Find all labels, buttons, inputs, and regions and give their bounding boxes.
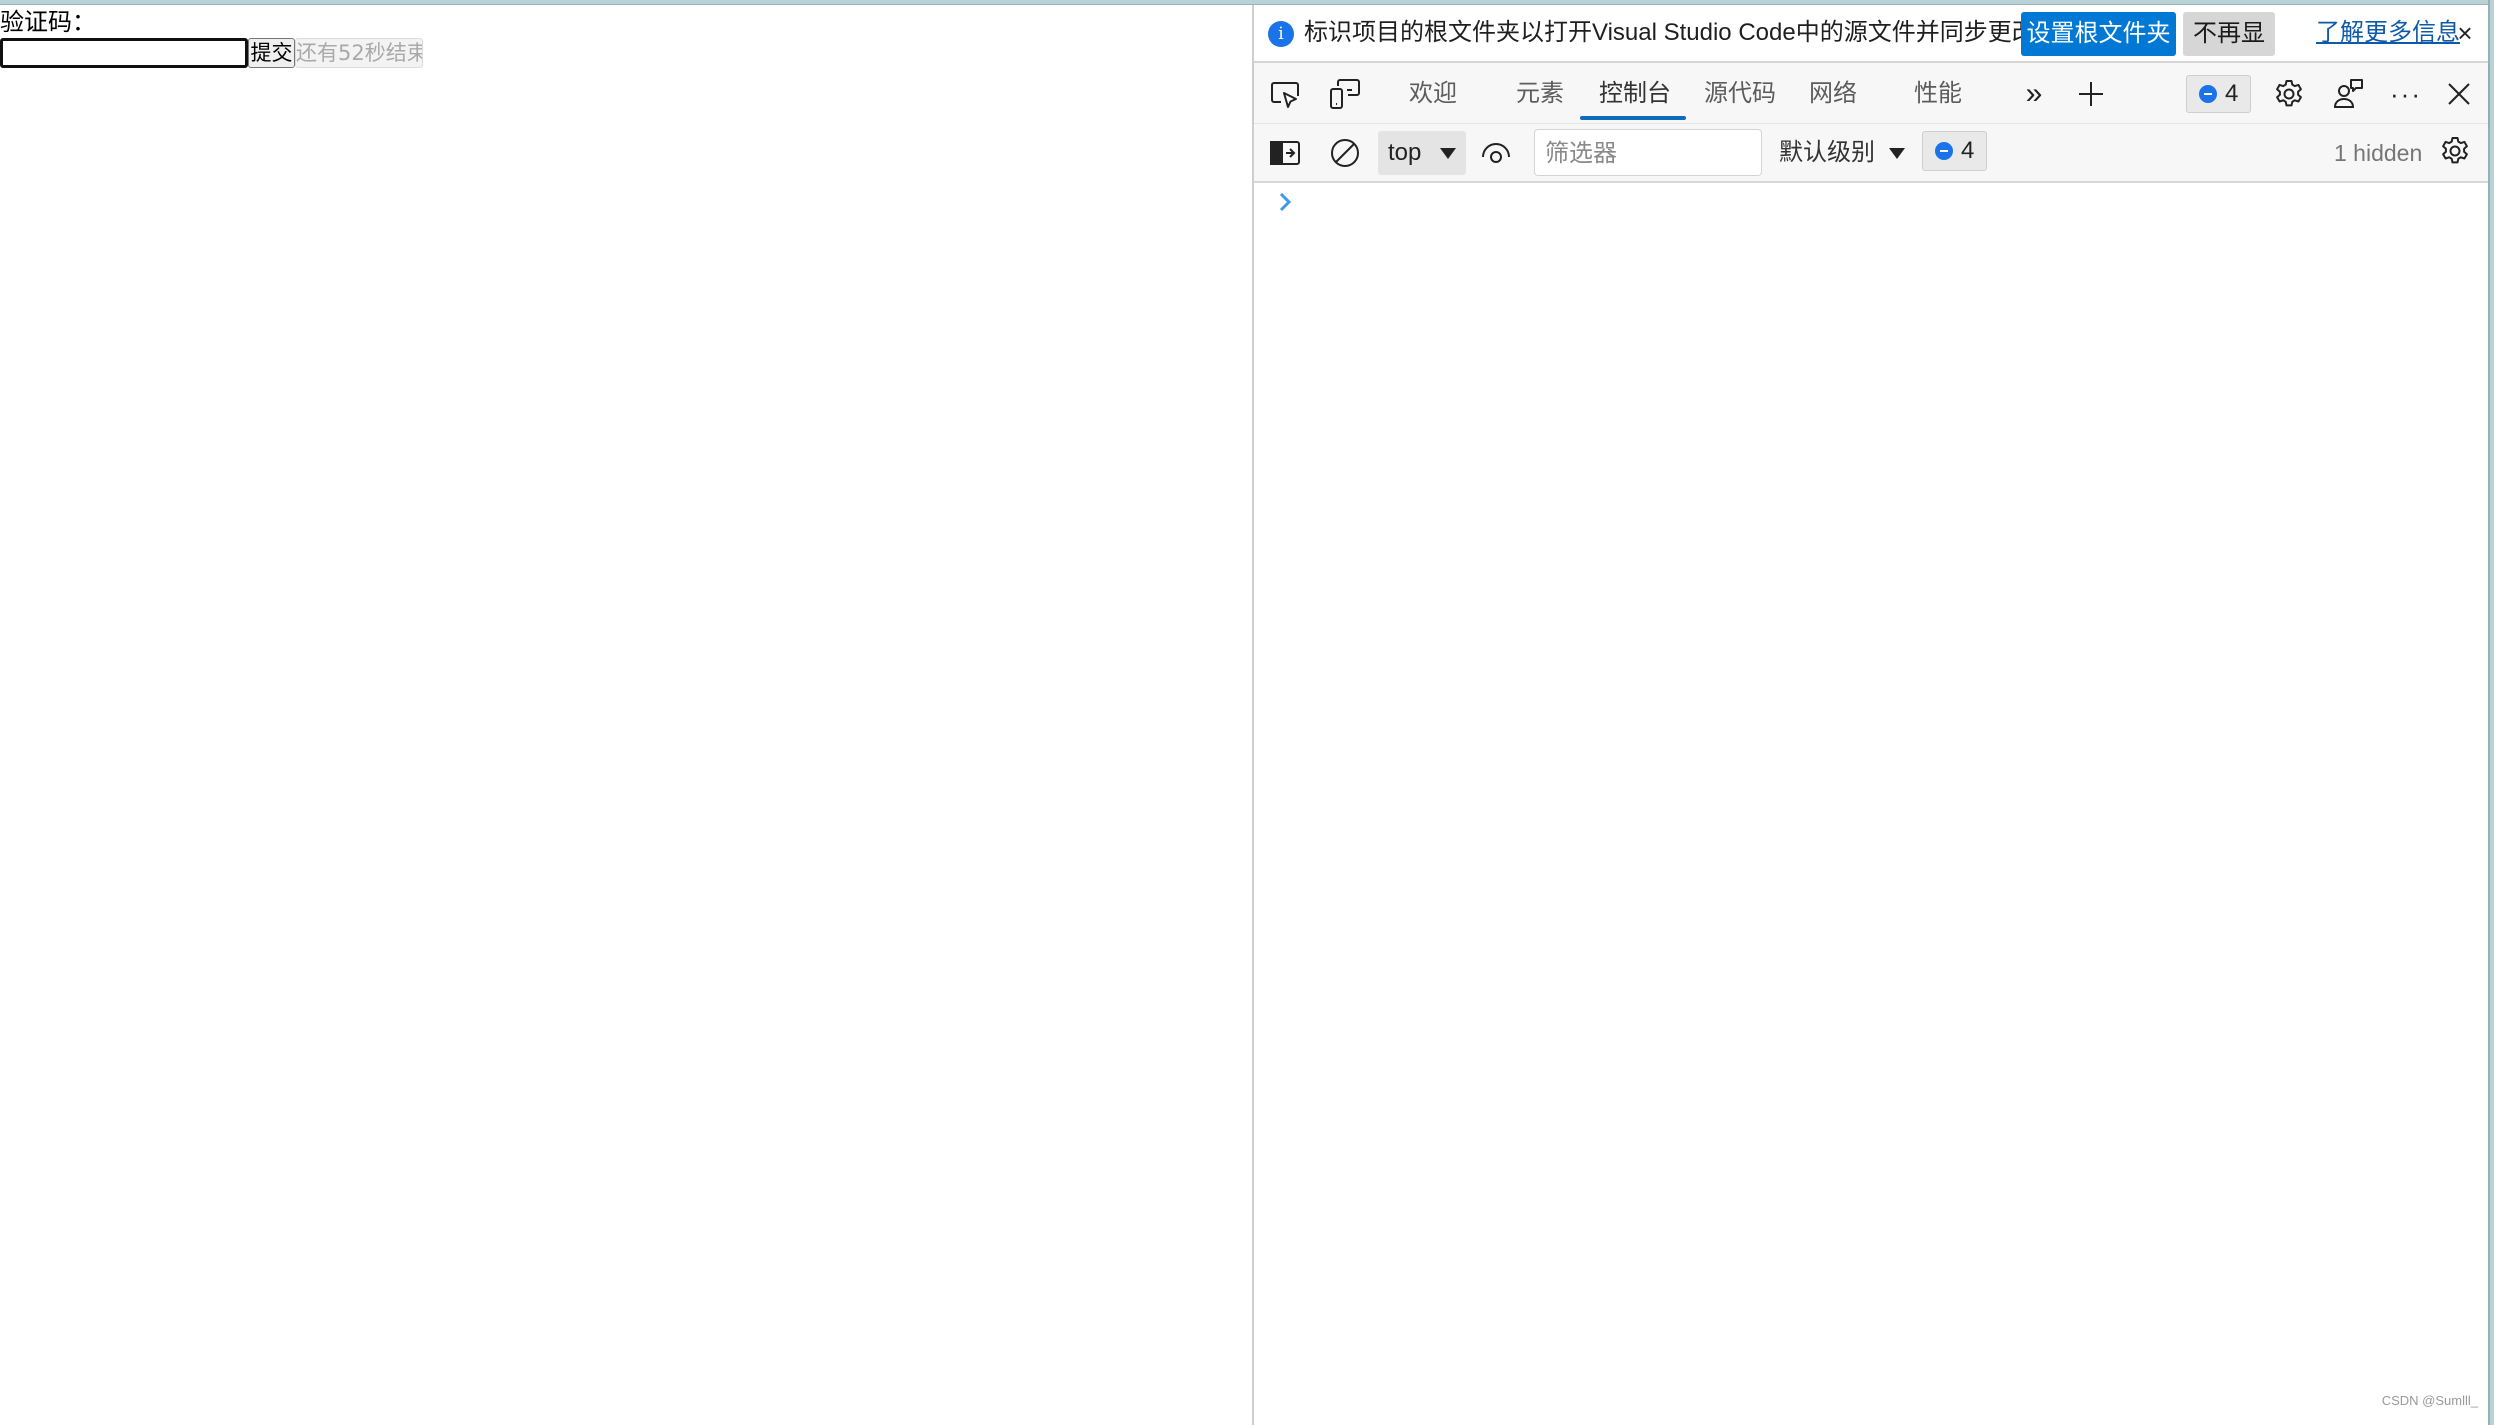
context-selector[interactable]: top (1378, 131, 1466, 175)
dropdown-arrow-icon (1889, 148, 1905, 160)
hidden-messages-count: 1 hidden (2334, 140, 2423, 166)
console-output[interactable] (1254, 183, 2488, 1425)
dropdown-arrow-icon (1440, 148, 1456, 159)
inspect-element-icon[interactable] (1268, 77, 1302, 111)
more-tabs-icon[interactable]: » (2017, 77, 2051, 111)
console-filter-input[interactable] (1534, 129, 1762, 176)
console-settings-gear-icon[interactable] (2438, 134, 2472, 168)
console-prompt-chevron-icon (1276, 191, 1294, 213)
watermark: CSDN @Sumlll_ (2381, 1393, 2478, 1408)
captcha-label: 验证码： (0, 9, 96, 36)
tab-network[interactable]: 网络 (1809, 77, 1857, 111)
console-toolbar: top 默认级别 4 1 hidden (1254, 124, 2488, 183)
set-root-folder-button[interactable]: 设置根文件夹 (2021, 12, 2176, 56)
tab-performance[interactable]: 性能 (1914, 77, 1962, 111)
more-options-icon[interactable]: ··· (2389, 77, 2423, 111)
devtools-panel: i 标识项目的根文件夹以打开Visual Studio Code中的源文件并同步… (1252, 5, 2488, 1425)
submit-button[interactable]: 提交 (248, 38, 295, 68)
tab-sources[interactable]: 源代码 (1704, 77, 1776, 111)
active-tab-indicator (1580, 116, 1686, 120)
log-level-value: 默认级别 (1779, 139, 1875, 166)
captcha-input[interactable] (0, 38, 248, 68)
web-page: 验证码： 提交 还有52秒结束 (0, 5, 1252, 1425)
countdown-button: 还有52秒结束 (295, 38, 423, 68)
message-icon (2199, 85, 2217, 103)
device-emulation-icon[interactable] (1328, 77, 1362, 111)
tab-welcome[interactable]: 欢迎 (1409, 77, 1457, 111)
tab-console[interactable]: 控制台 (1599, 77, 1671, 111)
show-sidebar-icon[interactable] (1268, 136, 1302, 170)
dont-show-again-button[interactable]: 不再显示 (2183, 12, 2275, 91)
console-issues-count: 4 (1961, 137, 1975, 164)
message-icon (1935, 142, 1953, 160)
infobar: i 标识项目的根文件夹以打开Visual Studio Code中的源文件并同步… (1254, 5, 2488, 91)
context-value: top (1388, 139, 1422, 166)
console-issues-badge[interactable]: 4 (1922, 131, 1988, 171)
info-icon: i (1268, 21, 1294, 47)
settings-gear-icon[interactable] (2272, 77, 2306, 111)
add-tab-icon[interactable] (2074, 77, 2108, 111)
issues-count: 4 (2225, 80, 2239, 107)
learn-more-link[interactable]: 了解更多信息 (2316, 17, 2460, 49)
live-expression-eye-icon[interactable] (1479, 136, 1513, 170)
close-devtools-icon[interactable] (2442, 77, 2476, 111)
tab-elements[interactable]: 元素 (1516, 77, 1564, 111)
log-level-selector[interactable]: 默认级别 (1779, 131, 1905, 175)
devtools-tabs-bar: 欢迎 元素 控制台 源代码 网络 性能 » 4 ··· (1254, 63, 2488, 124)
close-icon[interactable]: × (2450, 15, 2480, 51)
window-right-border (2488, 0, 2494, 1425)
issues-badge[interactable]: 4 (2186, 75, 2252, 113)
clear-console-icon[interactable] (1328, 136, 1362, 170)
feedback-icon[interactable] (2332, 77, 2366, 111)
infobar-message: 标识项目的根文件夹以打开Visual Studio Code中的源文件并同步更改… (1304, 19, 2060, 46)
